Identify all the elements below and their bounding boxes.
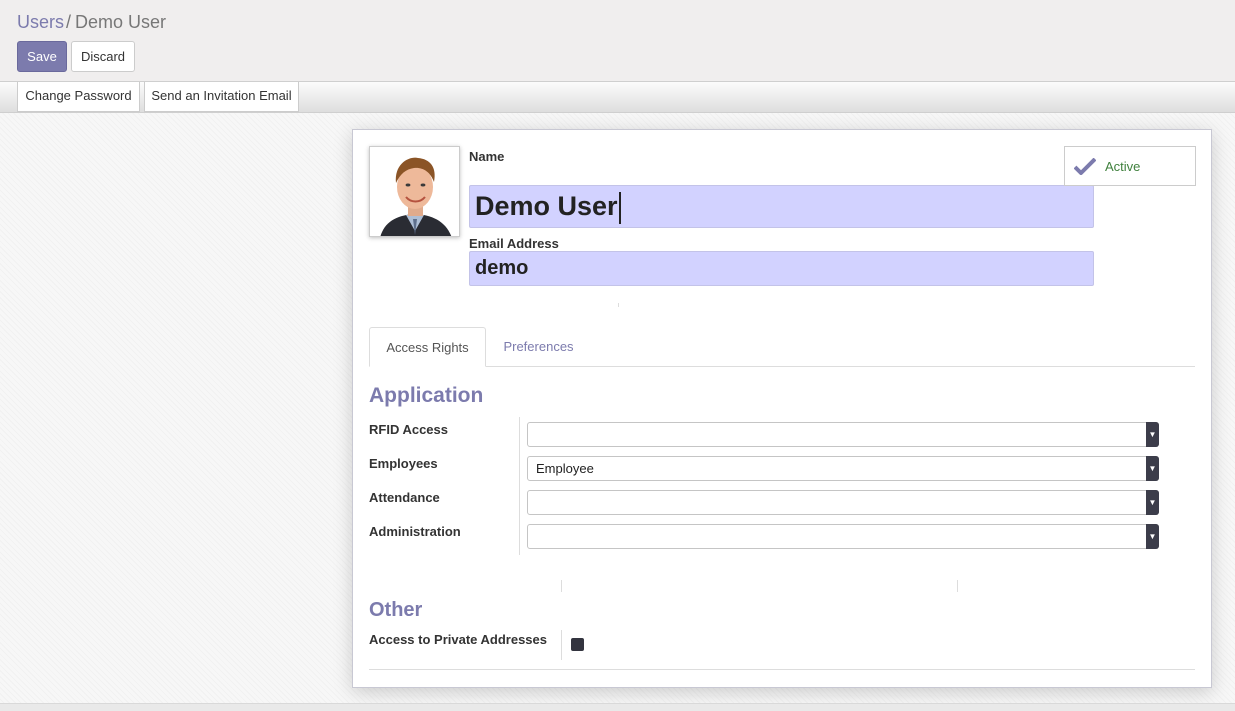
name-input-value: Demo User (475, 191, 618, 221)
tab-access-rights[interactable]: Access Rights (369, 327, 486, 367)
breadcrumb-separator: / (66, 12, 72, 32)
section-title-other: Other (369, 599, 423, 621)
email-input[interactable]: demo (469, 251, 1094, 286)
send-invitation-button[interactable]: Send an Invitation Email (144, 82, 299, 112)
column-divider (957, 580, 958, 592)
attendance-select[interactable]: ▼ (527, 490, 1159, 515)
column-divider (561, 580, 562, 592)
active-label: Active (1105, 159, 1141, 174)
employees-select[interactable]: Employee ▼ (527, 456, 1159, 481)
column-divider (561, 630, 562, 660)
section-title-application: Application (369, 384, 484, 407)
rfid-access-label: RFID Access (369, 422, 448, 437)
email-label: Email Address (469, 236, 559, 251)
private-addresses-label: Access to Private Addresses (369, 632, 548, 647)
field-divider (618, 303, 619, 307)
user-avatar[interactable] (369, 146, 460, 237)
name-input[interactable]: Demo User (469, 185, 1094, 228)
save-button[interactable]: Save (17, 41, 67, 72)
form-sheet: Name Demo User Email Address demo Active… (352, 129, 1212, 688)
change-password-button[interactable]: Change Password (17, 82, 140, 112)
breadcrumb-users-link[interactable]: Users (17, 12, 64, 32)
control-panel: Users / Demo User Save Discard (0, 0, 1235, 82)
name-label: Name (469, 149, 505, 164)
employees-label: Employees (369, 456, 438, 471)
chevron-down-icon: ▼ (1146, 524, 1159, 549)
column-divider (519, 417, 520, 555)
employees-value: Employee (536, 461, 594, 476)
section-divider (369, 669, 1195, 670)
administration-select[interactable]: ▼ (527, 524, 1159, 549)
private-addresses-checkbox[interactable] (571, 638, 584, 651)
active-toggle-button[interactable]: Active (1064, 146, 1196, 186)
attendance-label: Attendance (369, 490, 440, 505)
user-photo (370, 147, 459, 236)
administration-label: Administration (369, 524, 461, 539)
rfid-access-select[interactable]: ▼ (527, 422, 1159, 447)
chevron-down-icon: ▼ (1146, 456, 1159, 481)
breadcrumb: Users / Demo User (17, 11, 166, 33)
discard-button[interactable]: Discard (71, 41, 135, 72)
chevron-down-icon: ▼ (1146, 422, 1159, 447)
bottom-bar (0, 703, 1235, 711)
text-caret (618, 191, 621, 224)
chevron-down-icon: ▼ (1146, 490, 1159, 515)
check-icon (1074, 158, 1096, 175)
statusbar: Change Password Send an Invitation Email (0, 82, 1235, 113)
tab-preferences[interactable]: Preferences (493, 327, 584, 367)
breadcrumb-current: Demo User (75, 12, 167, 32)
